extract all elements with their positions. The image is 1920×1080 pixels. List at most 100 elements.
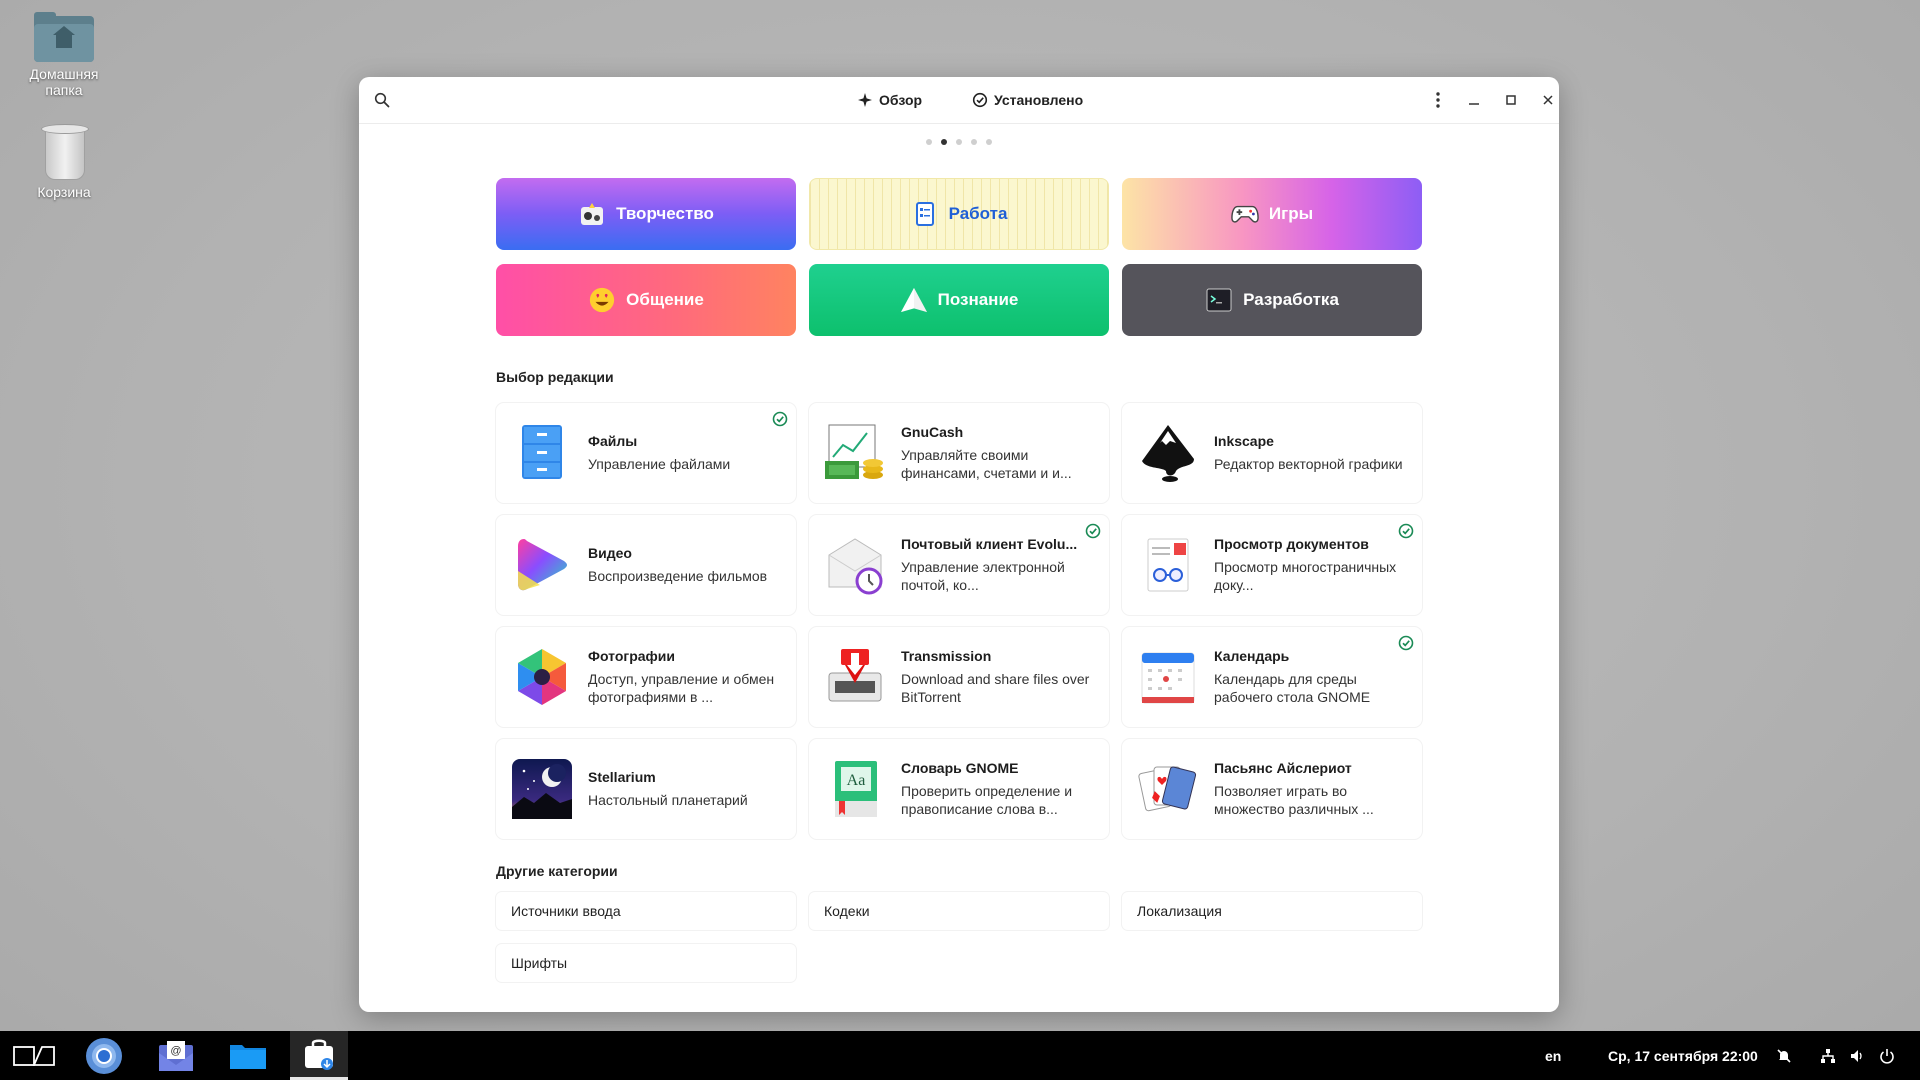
search-button[interactable] <box>369 87 395 113</box>
app-tile-calendar[interactable]: Календарь Календарь для среды рабочего ст… <box>1122 627 1422 727</box>
app-tile-inkscape[interactable]: Inkscape Редактор векторной графики <box>1122 403 1422 503</box>
app-name: Словарь GNOME <box>901 760 1019 776</box>
app-name: Почтовый клиент Evolu... <box>901 536 1078 552</box>
svg-text:Aa: Aa <box>847 772 866 789</box>
minimize-icon <box>1469 103 1479 105</box>
carousel-pager[interactable] <box>359 139 1559 145</box>
taskbar-mail[interactable]: @ <box>152 1031 200 1080</box>
category-learning[interactable]: Познание <box>809 264 1109 336</box>
taskbar: @ en Ср, 17 сентября 22:00 <box>0 1031 1920 1080</box>
desktop-trash[interactable]: Корзина <box>18 124 110 200</box>
desktop-trash-label: Корзина <box>37 184 91 200</box>
activities-button[interactable] <box>6 1031 62 1080</box>
app-tile-transmission[interactable]: Transmission Download and share files ove… <box>809 627 1109 727</box>
app-description: Проверить определение и правописание сло… <box>901 783 1073 817</box>
folder-icon <box>230 1044 266 1069</box>
software-window: Обзор Установлено Творчество Работа Игры… <box>359 77 1559 1012</box>
volume-indicator[interactable] <box>1846 1031 1868 1080</box>
tab-explore-label: Обзор <box>879 92 923 108</box>
app-description: Настольный планетарий <box>588 792 748 808</box>
category-development-label: Разработка <box>1243 290 1339 309</box>
editors-choice-grid: Файлы Управление файлами GnuCash Управляйт… <box>496 403 1422 839</box>
app-tile-solitaire[interactable]: Пасьянс Айслериот Позволяет играть во мно… <box>1122 739 1422 839</box>
app-description: Управляйте своими финансами, счетами и и… <box>901 447 1072 481</box>
kebab-menu-icon <box>1436 92 1440 108</box>
taskbar-software[interactable] <box>290 1031 348 1080</box>
app-description: Редактор векторной графики <box>1214 456 1403 472</box>
taskbar-files[interactable] <box>224 1031 272 1080</box>
other-categories-title: Другие категории <box>496 863 618 879</box>
video-icon <box>510 533 574 597</box>
dictionary-icon: Aa <box>823 757 887 821</box>
files-icon <box>510 421 574 485</box>
app-tile-gnucash[interactable]: GnuCash Управляйте своими финансами, счет… <box>809 403 1109 503</box>
installed-check-icon <box>772 411 788 427</box>
main-menu-button[interactable] <box>1425 87 1451 113</box>
minimize-button[interactable] <box>1461 87 1487 113</box>
trash-icon <box>41 124 89 180</box>
app-tile-document-viewer[interactable]: Просмотр документов Просмотр многостранич… <box>1122 515 1422 615</box>
app-tile-files[interactable]: Файлы Управление файлами <box>496 403 796 503</box>
desktop-home-label: Домашняя папка <box>29 66 99 98</box>
pager-dot[interactable] <box>971 139 977 145</box>
app-name: Календарь <box>1214 648 1290 664</box>
app-tile-photos[interactable]: Фотографии Доступ, управление и обмен фот… <box>496 627 796 727</box>
app-tile-dictionary[interactable]: Aa Словарь GNOME Проверить определение и … <box>809 739 1109 839</box>
other-category-codecs[interactable]: Кодеки <box>809 892 1109 930</box>
clock[interactable]: Ср, 17 сентября 22:00 <box>1608 1031 1758 1080</box>
other-category-input-sources[interactable]: Источники ввода <box>496 892 796 930</box>
chromium-icon <box>86 1037 122 1074</box>
check-circle-icon <box>972 92 988 108</box>
workspaces-icon <box>13 1045 55 1066</box>
other-category-localization[interactable]: Локализация <box>1122 892 1422 930</box>
photos-icon <box>510 645 574 709</box>
notifications-toggle[interactable] <box>1772 1031 1796 1080</box>
pager-dot[interactable] <box>926 139 932 145</box>
app-tile-video[interactable]: Видео Воспроизведение фильмов <box>496 515 796 615</box>
category-work-label: Работа <box>948 204 1008 223</box>
svg-text:@: @ <box>170 1045 181 1057</box>
work-icon <box>911 200 939 228</box>
pager-dot[interactable] <box>956 139 962 145</box>
app-description: Управление электронной почтой, ко... <box>901 559 1065 593</box>
category-development[interactable]: Разработка <box>1122 264 1422 336</box>
category-work[interactable]: Работа <box>809 178 1109 250</box>
app-name: Пасьянс Айслериот <box>1214 760 1352 776</box>
sparkle-icon <box>858 93 872 107</box>
gamepad-icon <box>1231 200 1259 228</box>
volume-icon <box>1851 1049 1862 1062</box>
app-name: Фотографии <box>588 648 676 664</box>
app-description: Download and share files over BitTorrent <box>901 671 1090 705</box>
app-tile-stellarium[interactable]: Stellarium Настольный планетарий <box>496 739 796 839</box>
other-categories-grid: Источники ввода Кодеки Локализация Шрифт… <box>496 892 1422 982</box>
category-learning-label: Познание <box>937 290 1019 309</box>
tab-installed[interactable]: Установлено <box>972 77 1083 123</box>
taskbar-chromium[interactable] <box>80 1031 128 1080</box>
close-button[interactable] <box>1535 87 1559 113</box>
keyboard-layout-indicator[interactable]: en <box>1545 1031 1561 1080</box>
tab-explore[interactable]: Обзор <box>857 77 922 123</box>
maximize-button[interactable] <box>1498 87 1524 113</box>
power-menu-button[interactable] <box>1876 1031 1898 1080</box>
pager-dot[interactable] <box>986 139 992 145</box>
app-description: Позволяет играть во множество различных … <box>1214 783 1374 817</box>
software-store-icon <box>305 1039 333 1070</box>
other-category-fonts[interactable]: Шрифты <box>496 944 796 982</box>
gnucash-icon <box>823 421 887 485</box>
app-name: Transmission <box>901 648 992 664</box>
calendar-icon <box>1136 645 1200 709</box>
header-bar: Обзор Установлено <box>359 77 1559 124</box>
app-name: Просмотр документов <box>1214 536 1369 552</box>
pager-dot[interactable] <box>941 139 947 145</box>
category-games[interactable]: Игры <box>1122 178 1422 250</box>
app-tile-evolution[interactable]: Почтовый клиент Evolu... Управление элект… <box>809 515 1109 615</box>
app-name: Stellarium <box>588 769 656 785</box>
home-folder-icon <box>34 12 94 62</box>
desktop-home-folder[interactable]: Домашняя папка <box>18 12 110 98</box>
category-creativity-label: Творчество <box>616 204 714 223</box>
app-name: Видео <box>588 545 632 561</box>
network-indicator[interactable] <box>1817 1031 1839 1080</box>
category-social[interactable]: Общение <box>496 264 796 336</box>
category-creativity[interactable]: Творчество <box>496 178 796 250</box>
tab-installed-label: Установлено <box>994 92 1084 108</box>
